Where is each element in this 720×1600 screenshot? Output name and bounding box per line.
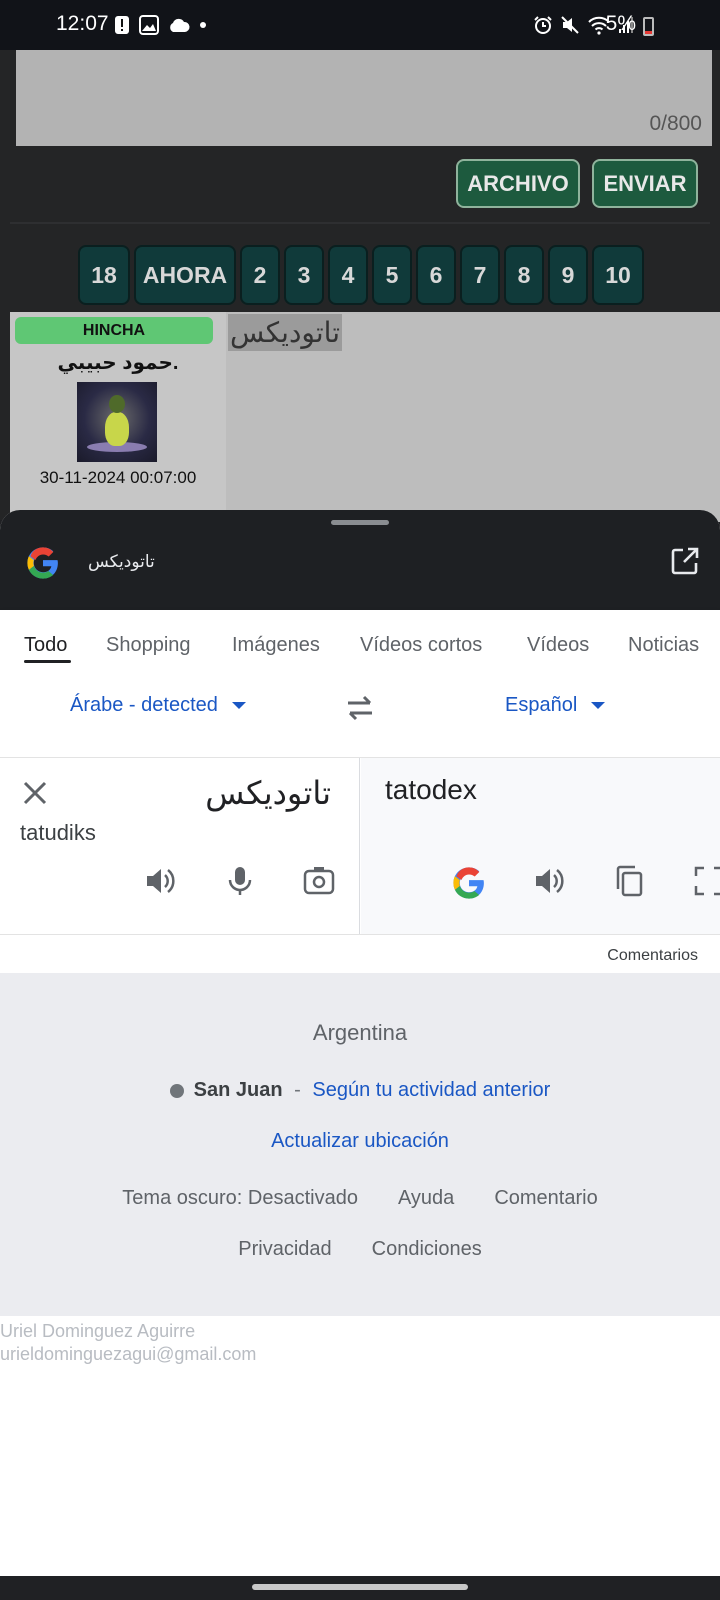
alarm-icon bbox=[534, 16, 552, 34]
post-author-panel: HINCHA حمود حبيبي. 30-11-2024 00:07:00 bbox=[10, 312, 226, 522]
home-gesture-handle[interactable] bbox=[252, 1584, 468, 1590]
speaker-icon[interactable] bbox=[143, 864, 177, 898]
page-button[interactable]: 2 bbox=[240, 245, 280, 305]
close-icon[interactable] bbox=[20, 778, 50, 808]
page-button[interactable]: 9 bbox=[548, 245, 588, 305]
translation-pane: tatodex bbox=[361, 758, 720, 934]
pagination: 18 AHORA 2 3 4 5 6 7 8 9 10 bbox=[78, 245, 644, 305]
page-button[interactable]: 3 bbox=[284, 245, 324, 305]
copy-icon[interactable] bbox=[612, 864, 646, 898]
fullscreen-icon[interactable] bbox=[692, 864, 720, 898]
google-search-sheet: تاتوديكس Todo Shopping Imágenes Vídeos c… bbox=[0, 510, 720, 1600]
page-button[interactable]: 8 bbox=[504, 245, 544, 305]
forum-page: 0/800 ARCHIVO ENVIAR 18 AHORA 2 3 4 5 6 … bbox=[0, 50, 720, 522]
tab-news[interactable]: Noticias bbox=[628, 634, 699, 657]
battery-percent: 5% bbox=[605, 12, 636, 35]
page-button-now[interactable]: AHORA bbox=[134, 245, 236, 305]
source-language-label: Árabe - detected bbox=[70, 694, 218, 716]
message-textarea[interactable]: 0/800 bbox=[16, 50, 712, 146]
footer-links-row-1: Tema oscuro: Desactivado Ayuda Comentari… bbox=[0, 1187, 720, 1210]
status-bar: 12:07 5% bbox=[0, 0, 720, 50]
search-tabs: Todo Shopping Imágenes Vídeos cortos Víd… bbox=[0, 610, 720, 672]
search-query: تاتوديكس bbox=[88, 552, 155, 571]
battery-icon bbox=[643, 17, 654, 36]
post-username[interactable]: حمود حبيبي. bbox=[10, 350, 226, 375]
account-name: Uriel Dominguez Aguirre bbox=[0, 1321, 196, 1341]
navigation-bar bbox=[0, 1576, 720, 1600]
chevron-down-icon bbox=[231, 702, 246, 709]
source-text[interactable]: تاتوديكس bbox=[205, 774, 331, 812]
status-time: 12:07 bbox=[56, 12, 109, 35]
microphone-icon[interactable] bbox=[223, 864, 257, 898]
mute-icon bbox=[561, 16, 579, 34]
location-row: San Juan - Según tu actividad anterior bbox=[0, 1079, 720, 1102]
forum-post: HINCHA حمود حبيبي. 30-11-2024 00:07:00 ت… bbox=[10, 312, 720, 522]
update-location-link[interactable]: Actualizar ubicación bbox=[0, 1130, 720, 1153]
location-source-link[interactable]: Según tu actividad anterior bbox=[312, 1079, 550, 1102]
help-link[interactable]: Ayuda bbox=[398, 1187, 454, 1210]
transliteration: tatudiks bbox=[20, 820, 96, 845]
comments-link[interactable]: Comentarios bbox=[607, 947, 698, 965]
google-logo-icon bbox=[27, 547, 58, 579]
alert-icon bbox=[115, 16, 129, 34]
footer-links-row-2: Privacidad Condiciones bbox=[0, 1238, 720, 1261]
file-button[interactable]: ARCHIVO bbox=[456, 159, 580, 208]
tab-todo[interactable]: Todo bbox=[24, 634, 67, 657]
dark-theme-link[interactable]: Tema oscuro: Desactivado bbox=[122, 1187, 358, 1210]
char-counter: 0/800 bbox=[649, 112, 702, 135]
cloud-icon bbox=[170, 18, 190, 32]
post-text-selected[interactable]: تاتوديكس bbox=[228, 314, 343, 351]
dot-icon bbox=[200, 22, 206, 28]
account-info: Uriel Dominguez Aguirre urieldominguezag… bbox=[0, 1320, 256, 1366]
post-date: 30-11-2024 00:07:00 bbox=[39, 468, 197, 487]
tab-shopping[interactable]: Shopping bbox=[106, 634, 191, 657]
account-email: urieldominguezagui@gmail.com bbox=[0, 1344, 257, 1364]
avatar[interactable] bbox=[77, 382, 157, 462]
notification-icons bbox=[114, 15, 207, 35]
footer-country: Argentina bbox=[312, 1020, 408, 1045]
target-language-select[interactable]: Español bbox=[505, 694, 606, 717]
page-button[interactable]: 18 bbox=[78, 245, 130, 305]
page-button[interactable]: 4 bbox=[328, 245, 368, 305]
swap-languages-icon[interactable] bbox=[342, 690, 378, 726]
translation-text[interactable]: tatodex bbox=[385, 774, 477, 806]
page-footer: Argentina San Juan - Según tu actividad … bbox=[0, 973, 720, 1316]
google-g-icon[interactable] bbox=[452, 866, 486, 900]
page-button[interactable]: 10 bbox=[592, 245, 644, 305]
divider bbox=[10, 222, 710, 224]
sheet-header: تاتوديكس bbox=[0, 510, 720, 610]
page-button[interactable]: 7 bbox=[460, 245, 500, 305]
speaker-icon[interactable] bbox=[532, 864, 566, 898]
tab-images[interactable]: Imágenes bbox=[232, 634, 320, 657]
location-dot-icon bbox=[169, 1083, 184, 1098]
send-button[interactable]: ENVIAR bbox=[592, 159, 698, 208]
target-language-label: Español bbox=[505, 694, 578, 716]
terms-link[interactable]: Condiciones bbox=[372, 1238, 482, 1261]
feedback-link[interactable]: Comentario bbox=[494, 1187, 597, 1210]
page-button[interactable]: 6 bbox=[416, 245, 456, 305]
source-language-select[interactable]: Árabe - detected bbox=[70, 694, 246, 717]
privacy-link[interactable]: Privacidad bbox=[238, 1238, 331, 1261]
page-button[interactable]: 5 bbox=[372, 245, 412, 305]
rank-badge: HINCHA bbox=[15, 317, 213, 344]
active-tab-indicator bbox=[24, 660, 71, 663]
drag-handle[interactable] bbox=[331, 520, 389, 525]
tab-short-videos[interactable]: Vídeos cortos bbox=[360, 634, 482, 657]
location-separator: - bbox=[288, 1079, 307, 1101]
tab-videos[interactable]: Vídeos bbox=[527, 634, 589, 657]
language-selector-row: Árabe - detected Español bbox=[0, 672, 720, 758]
chevron-down-icon bbox=[591, 702, 606, 709]
location-city: San Juan bbox=[193, 1079, 283, 1101]
camera-lens-icon[interactable] bbox=[302, 864, 336, 898]
source-text-pane: تاتوديكس tatudiks bbox=[0, 758, 360, 934]
image-icon bbox=[139, 15, 159, 35]
open-external-icon[interactable] bbox=[670, 546, 700, 576]
